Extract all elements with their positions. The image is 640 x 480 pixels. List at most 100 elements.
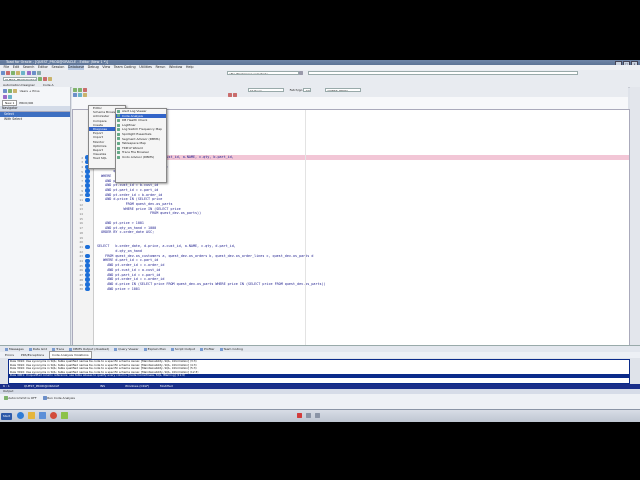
diagnose-item-label: Trace File Browser (122, 150, 150, 155)
tool-icon (117, 128, 120, 132)
navigator-item[interactable]: With Select (0, 117, 70, 122)
right-dock (630, 87, 640, 345)
tab-icon (5, 347, 8, 351)
stop-icon[interactable] (82, 87, 87, 92)
line-number: 16 (79, 221, 83, 226)
diagnose-item-label: Alert Log Viewer (122, 109, 147, 113)
code-line[interactable]: FROM quest_dev.os_parts)) (97, 211, 201, 216)
line-number: 21 (79, 244, 83, 249)
tray-network-icon[interactable] (305, 413, 311, 418)
tab-icon (170, 347, 174, 351)
tool-icon (117, 118, 120, 122)
message-subtab[interactable]: Errors (3, 352, 16, 358)
execute-script-icon[interactable] (77, 87, 82, 92)
line-number: 29 (79, 282, 83, 287)
explain-plan-icon[interactable] (31, 71, 36, 75)
message-subtab[interactable]: Code Analysis Violations (49, 351, 92, 359)
autocommit-status: Autocommit is OFF (8, 395, 37, 400)
code-analysis-list: Rule 3010: Use synonyms in SQL; table qu… (8, 359, 630, 384)
comment-icon[interactable] (77, 92, 82, 97)
tab-icon (114, 347, 118, 351)
line-number: 23 (79, 254, 83, 259)
workspace-icon[interactable] (299, 71, 304, 75)
line-number: 19 (79, 235, 83, 240)
lock-icon[interactable] (47, 77, 52, 81)
run-icon[interactable] (7, 88, 12, 93)
line-number: 3 (81, 160, 83, 165)
line-number: 22 (79, 249, 83, 254)
analysis-marker-icon[interactable] (85, 286, 90, 292)
rollback-icon[interactable] (42, 77, 47, 81)
commit-icon[interactable] (37, 77, 42, 81)
line-number: 15 (79, 216, 83, 221)
bookmark-icon[interactable] (82, 92, 87, 97)
command-field[interactable] (307, 71, 578, 75)
analysis-marker-icon[interactable] (85, 174, 90, 179)
analysis-marker-icon[interactable] (85, 197, 90, 202)
line-number: 20 (79, 240, 83, 245)
word-icon[interactable] (38, 412, 46, 419)
up-icon[interactable] (227, 92, 232, 97)
explorer-icon[interactable] (27, 412, 35, 419)
line-number: 8 (81, 183, 83, 188)
chrome-icon[interactable] (50, 412, 58, 419)
all-rows-select[interactable]: All Rows (247, 87, 284, 92)
analysis-marker-icon[interactable] (85, 268, 90, 273)
filter-icon[interactable] (12, 88, 17, 93)
analysis-marker-icon[interactable] (85, 282, 90, 287)
execute-icon[interactable] (72, 87, 77, 92)
schema-browser-icon[interactable] (16, 71, 21, 75)
line-number: 30 (79, 287, 83, 292)
sql-optimizer-icon[interactable] (26, 71, 31, 75)
toad-window: Toad for Oracle - [QUEST_PROD@ORACLE - E… (0, 60, 640, 422)
line-number: 24 (79, 259, 83, 263)
diagnose-item-label: Log Switch Frequency Map (122, 127, 162, 132)
tool-icon (117, 114, 120, 118)
analysis-marker-icon[interactable] (85, 188, 90, 193)
export-icon[interactable] (36, 71, 41, 75)
left-panel: Users + Privs New 1 PROC/OR Navigator Se… (0, 87, 71, 345)
automation-label[interactable]: Automation Designer (3, 83, 35, 87)
violation-row[interactable]: Rule 4001: Unqualified column reference;… (9, 374, 629, 378)
tray-volume-icon[interactable] (314, 413, 320, 418)
code-line[interactable]: ORDER BY c.order_date ASC; (97, 230, 154, 235)
diagnose-item-label: LogMiner (122, 122, 136, 127)
tab-icon (219, 347, 223, 351)
tool-icon (117, 123, 120, 127)
diagnose-item-label: TKProf Wizard (122, 145, 143, 150)
new-connection-icon[interactable] (0, 71, 5, 75)
close-connection-icon[interactable] (5, 71, 10, 75)
message-subtab[interactable]: PRS/Exceptions (19, 352, 46, 358)
diagnose-submenu: Alert Log Viewer Code Analysis DB Health C… (115, 108, 167, 183)
tab-proc[interactable]: PROC/OR (19, 101, 33, 105)
line-number: 10 (79, 193, 83, 198)
format-icon[interactable] (72, 92, 77, 97)
analysis-marker-icon[interactable] (85, 244, 90, 249)
fetch-field[interactable]: 100 (303, 87, 312, 92)
toad-icon[interactable] (61, 412, 69, 419)
navigator-list: Select With Select (0, 112, 70, 121)
down-icon[interactable] (232, 92, 237, 97)
start-button[interactable]: Start (1, 413, 12, 420)
line-number: 5 (81, 169, 83, 174)
analysis-icon (42, 395, 47, 400)
message-tabs: Messages Data Grid Trace DBMS Output (disab… (0, 345, 640, 352)
refresh-icon[interactable] (2, 88, 7, 93)
tool-icon (117, 146, 120, 150)
diagnose-item-undo-advisor-dbms[interactable]: Undo Advisor (DBMS) (116, 155, 166, 160)
ie-icon[interactable] (16, 412, 24, 419)
workspace-select[interactable]: <No Workspace selected> (226, 71, 299, 75)
code-tab-label[interactable]: Code A (43, 83, 54, 87)
line-number: 25 (79, 263, 83, 268)
diagnose-item-label: DB Health Check (122, 118, 148, 123)
editor-connection-select[interactable]: QUEST_PROD (325, 87, 362, 92)
tray-alert-icon[interactable] (296, 413, 302, 418)
editor-icon[interactable] (10, 71, 15, 75)
analysis-marker-icon[interactable] (85, 253, 90, 259)
connection-select[interactable]: QUEST_PROD@ORACLE (3, 77, 37, 81)
analysis-marker-icon[interactable] (85, 192, 90, 198)
session-browser-icon[interactable] (21, 71, 26, 75)
line-number: 4 (81, 165, 83, 169)
line-number: 18 (79, 230, 83, 235)
code-line[interactable]: AND price > 1001 (97, 287, 140, 292)
